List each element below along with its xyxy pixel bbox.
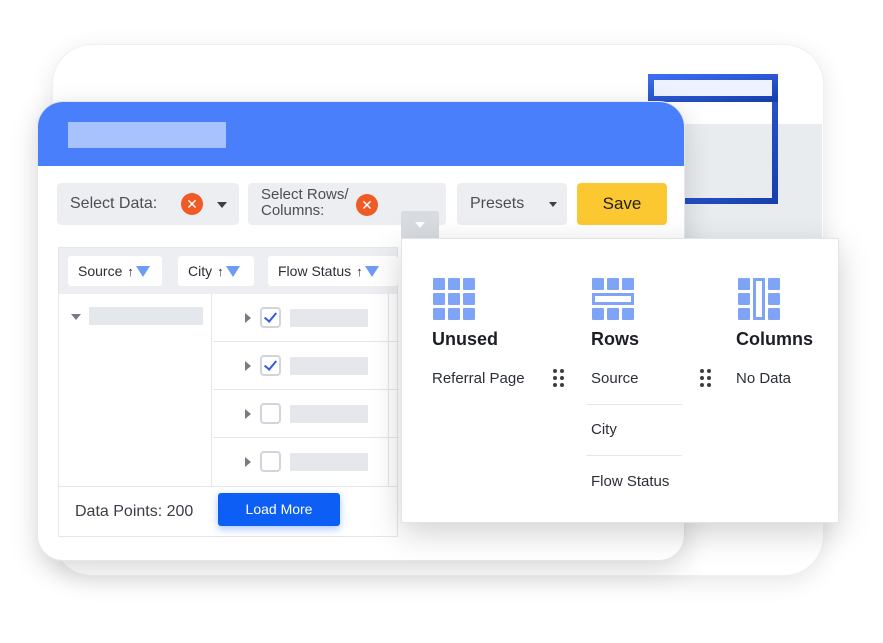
column-divider xyxy=(388,294,389,486)
column-chip-flow-status[interactable]: Flow Status ↑ xyxy=(268,256,398,286)
clear-data-icon[interactable]: ✕ xyxy=(181,193,203,215)
row-checkbox[interactable] xyxy=(260,403,281,424)
clear-rows-columns-icon[interactable]: ✕ xyxy=(356,194,378,216)
row-value-placeholder xyxy=(290,309,368,327)
pivot-grid: Source ↑ City ↑ Flow Status ↑ Data Point… xyxy=(58,247,399,537)
group-value-placeholder xyxy=(89,307,203,325)
column-header-row: Source ↑ City ↑ Flow Status ↑ xyxy=(59,248,398,294)
filter-icon[interactable] xyxy=(364,265,379,277)
filter-icon[interactable] xyxy=(135,265,150,277)
data-points-count: Data Points: 200 xyxy=(75,503,194,520)
item-divider xyxy=(586,455,682,456)
rows-icon xyxy=(592,278,634,320)
rows-item-flow-status[interactable]: Flow Status xyxy=(591,473,669,490)
row-value-placeholder xyxy=(290,357,368,375)
select-rows-columns-label: Select Rows/ Columns: xyxy=(261,186,349,219)
chevron-down-icon xyxy=(217,202,227,208)
group-column xyxy=(59,294,212,486)
table-row xyxy=(213,390,399,438)
sort-arrow-icon[interactable]: ↑ xyxy=(127,257,134,287)
column-label: Source xyxy=(78,263,123,279)
table-row xyxy=(213,342,399,390)
row-value-placeholder xyxy=(290,453,368,471)
columns-icon xyxy=(738,278,780,320)
table-row xyxy=(213,438,399,486)
table-row xyxy=(213,294,399,342)
select-data-label: Select Data: xyxy=(70,195,158,212)
expand-triangle-icon[interactable] xyxy=(245,457,251,467)
load-more-button[interactable]: Load More xyxy=(218,493,340,526)
column-label: City xyxy=(188,263,213,279)
rows-item-city[interactable]: City xyxy=(591,421,617,438)
select-data-dropdown[interactable]: Select Data: ✕ xyxy=(57,183,239,225)
row-value-placeholder xyxy=(290,405,368,423)
save-button[interactable]: Save xyxy=(577,183,667,225)
expand-triangle-icon[interactable] xyxy=(245,409,251,419)
card-header xyxy=(38,102,684,166)
columns-item-no-data: No Data xyxy=(736,370,792,387)
item-divider xyxy=(586,404,682,405)
drag-handle-icon[interactable] xyxy=(553,369,565,389)
unused-title: Unused xyxy=(432,329,499,349)
rows-columns-popup: Unused Referral Page Rows Source City Fl… xyxy=(401,238,839,523)
column-chip-source[interactable]: Source ↑ xyxy=(68,256,162,286)
sort-arrow-icon[interactable]: ↑ xyxy=(217,257,224,287)
presets-label: Presets xyxy=(470,195,525,212)
sort-arrow-icon[interactable]: ↑ xyxy=(356,257,363,287)
expand-triangle-icon[interactable] xyxy=(245,361,251,371)
row-checkbox[interactable] xyxy=(260,307,281,328)
grid-footer: Data Points: 200 Load More xyxy=(59,486,397,537)
grid-icon xyxy=(433,278,475,320)
chevron-down-icon xyxy=(549,202,557,207)
row-checkbox[interactable] xyxy=(260,451,281,472)
column-chip-city[interactable]: City ↑ xyxy=(178,256,254,286)
filter-icon[interactable] xyxy=(225,265,240,277)
column-label: Flow Status xyxy=(278,263,352,279)
row-checkbox[interactable] xyxy=(260,355,281,376)
collapse-triangle-icon[interactable] xyxy=(71,314,81,320)
rows-title: Rows xyxy=(591,329,640,349)
popup-toggle-tab[interactable] xyxy=(401,211,439,239)
expand-triangle-icon[interactable] xyxy=(245,313,251,323)
rows-item-source[interactable]: Source xyxy=(591,370,639,387)
drag-handle-icon[interactable] xyxy=(700,369,712,389)
header-title-placeholder xyxy=(68,122,226,148)
unused-item-referral-page[interactable]: Referral Page xyxy=(432,370,525,387)
chevron-down-icon xyxy=(415,222,425,228)
columns-title: Columns xyxy=(736,329,814,349)
presets-dropdown[interactable]: Presets xyxy=(457,183,567,225)
